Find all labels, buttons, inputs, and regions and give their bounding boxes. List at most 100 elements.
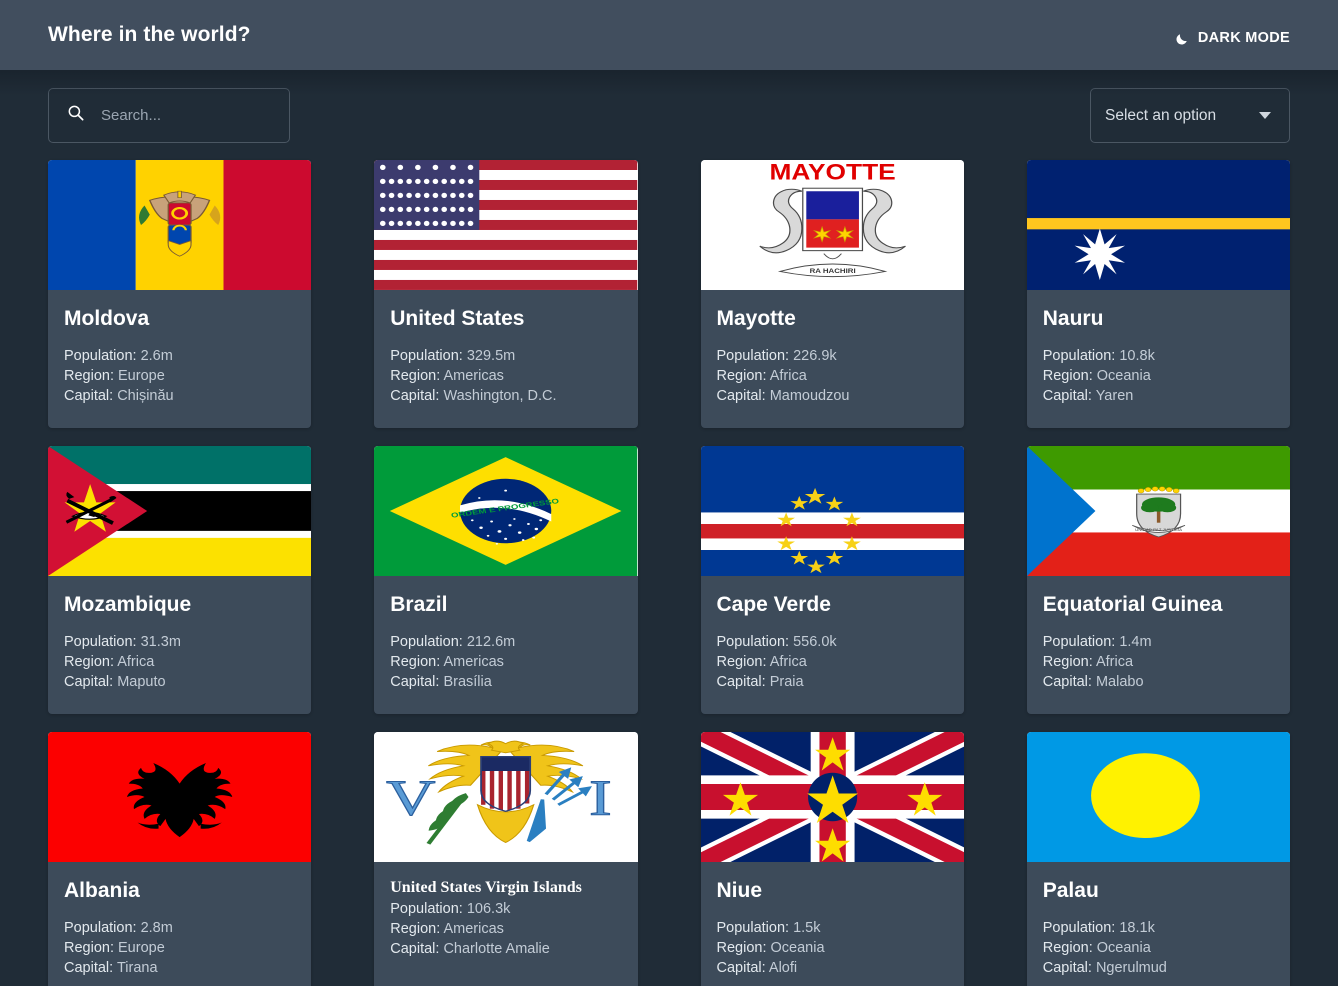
niue-flag <box>700 732 964 862</box>
capital-value: Alofi <box>768 960 798 976</box>
country-capital: Capital: Ngerulmud <box>1043 958 1274 978</box>
region-label: Region: <box>390 921 441 937</box>
capital-value: Charlotte Amalie <box>443 941 550 957</box>
country-region: Region: Americas <box>390 919 621 939</box>
albania-flag <box>48 732 312 862</box>
country-population: Population: 2.6m <box>64 346 295 366</box>
population-label: Population: <box>390 901 463 917</box>
country-region: Region: Oceania <box>1043 938 1274 958</box>
page-title: Where in the world? <box>48 23 251 46</box>
country-card[interactable]: Moldova Population: 2.6m Region: Europe … <box>48 160 312 428</box>
population-label: Population: <box>716 348 790 364</box>
country-name: Niue <box>716 879 763 902</box>
country-card[interactable]: Cape Verde Population: 556.0k Region: Af… <box>700 446 964 714</box>
country-card[interactable]: Mozambique Population: 31.3m Region: Afr… <box>48 446 312 714</box>
country-card[interactable]: V I United States Virgin Islands Populat… <box>374 732 638 986</box>
dark-mode-label: DARK MODE <box>1197 30 1290 46</box>
country-population: Population: 2.8m <box>64 918 295 938</box>
card-body: Niue Population: 1.5k Region: Oceania Ca… <box>701 862 964 986</box>
country-card[interactable]: ORDEM E PROGRESSO Brazil Population: 212… <box>374 446 638 714</box>
country-name: United States <box>390 307 525 330</box>
capital-label: Capital: <box>716 674 766 690</box>
card-body: Cape Verde Population: 556.0k Region: Af… <box>701 576 964 714</box>
capital-label: Capital: <box>1042 388 1092 404</box>
country-name: Nauru <box>1042 307 1104 330</box>
population-value: 1.4m <box>1119 634 1152 650</box>
country-region: Region: Oceania <box>1043 366 1274 386</box>
capital-value: Brasília <box>443 674 492 690</box>
region-label: Region: <box>1042 654 1093 670</box>
card-body: Equatorial Guinea Population: 1.4m Regio… <box>1027 576 1290 714</box>
country-name: Mayotte <box>716 307 796 330</box>
region-label: Region: <box>716 368 767 384</box>
capital-value: Malabo <box>1095 674 1144 690</box>
region-value: Africa <box>769 654 807 670</box>
country-population: Population: 212.6m <box>390 632 621 652</box>
country-card[interactable]: Nauru Population: 10.8k Region: Oceania … <box>1026 160 1290 428</box>
country-card[interactable]: Niue Population: 1.5k Region: Oceania Ca… <box>700 732 964 986</box>
country-region: Region: Europe <box>64 938 295 958</box>
svg-text:V: V <box>386 771 435 827</box>
country-region: Region: Oceania <box>717 938 948 958</box>
region-label: Region: <box>390 654 441 670</box>
population-label: Population: <box>64 920 137 936</box>
capital-label: Capital: <box>64 960 114 976</box>
population-label: Population: <box>1042 920 1116 936</box>
population-label: Population: <box>64 348 137 364</box>
population-label: Population: <box>64 634 137 650</box>
card-body: Brazil Population: 212.6m Region: Americ… <box>374 576 637 714</box>
moon-icon <box>1175 31 1190 46</box>
us-virgin-islands-flag: V I <box>374 732 638 862</box>
country-name: United States Virgin Islands <box>390 879 582 896</box>
region-filter-select[interactable]: Select an option <box>1090 88 1290 143</box>
country-capital: Capital: Yaren <box>1043 386 1274 406</box>
region-label: Region: <box>716 940 767 956</box>
country-capital: Capital: Charlotte Amalie <box>390 939 621 959</box>
country-card[interactable]: MAYOTTE RA HACHIRI Mayotte Population: 2… <box>700 160 964 428</box>
country-capital: Capital: Mamoudzou <box>717 386 948 406</box>
population-value: 31.3m <box>140 634 181 650</box>
capital-value: Praia <box>769 674 804 690</box>
country-population: Population: 31.3m <box>64 632 295 652</box>
country-population: Population: 10.8k <box>1043 346 1274 366</box>
region-value: Europe <box>118 368 165 384</box>
country-population: Population: 18.1k <box>1043 918 1274 938</box>
region-label: Region: <box>64 940 114 956</box>
region-value: Oceania <box>1096 368 1151 384</box>
population-value: 226.9k <box>793 348 837 364</box>
country-card[interactable]: United States Population: 329.5m Region:… <box>374 160 638 428</box>
card-body: Nauru Population: 10.8k Region: Oceania … <box>1027 290 1290 428</box>
capital-value: Tirana <box>116 960 158 976</box>
country-region: Region: Americas <box>390 652 621 672</box>
search-input[interactable] <box>101 107 271 124</box>
country-capital: Capital: Chișinău <box>64 386 295 406</box>
country-capital: Capital: Praia <box>717 672 948 692</box>
capital-label: Capital: <box>390 941 440 957</box>
capital-label: Capital: <box>64 388 114 404</box>
country-name: Equatorial Guinea <box>1042 593 1223 616</box>
population-value: 556.0k <box>793 634 837 650</box>
card-body: Mayotte Population: 226.9k Region: Afric… <box>701 290 964 428</box>
country-name: Moldova <box>64 307 150 330</box>
country-population: Population: 106.3k <box>390 899 621 919</box>
dark-mode-toggle[interactable]: DARK MODE <box>1175 30 1290 46</box>
search-box[interactable] <box>48 88 290 143</box>
country-card[interactable]: UNIDAD PAZ JUSTICIA Equatorial Guinea Po… <box>1026 446 1290 714</box>
svg-text:RA HACHIRI: RA HACHIRI <box>809 267 855 275</box>
population-label: Population: <box>716 920 790 936</box>
card-body: Palau Population: 18.1k Region: Oceania … <box>1027 862 1290 986</box>
country-card[interactable]: Palau Population: 18.1k Region: Oceania … <box>1026 732 1290 986</box>
region-label: Region: <box>716 654 767 670</box>
country-grid: Moldova Population: 2.6m Region: Europe … <box>0 143 1338 986</box>
population-value: 18.1k <box>1119 920 1155 936</box>
capital-label: Capital: <box>716 960 766 976</box>
capital-label: Capital: <box>716 388 766 404</box>
country-name: Palau <box>1042 879 1099 902</box>
capital-value: Chișinău <box>117 388 174 404</box>
country-name: Brazil <box>390 593 448 616</box>
country-region: Region: Africa <box>717 366 948 386</box>
region-value: Americas <box>443 654 504 670</box>
country-card[interactable]: Albania Population: 2.8m Region: Europe … <box>48 732 312 986</box>
population-label: Population: <box>1042 348 1116 364</box>
population-value: 106.3k <box>466 901 511 917</box>
